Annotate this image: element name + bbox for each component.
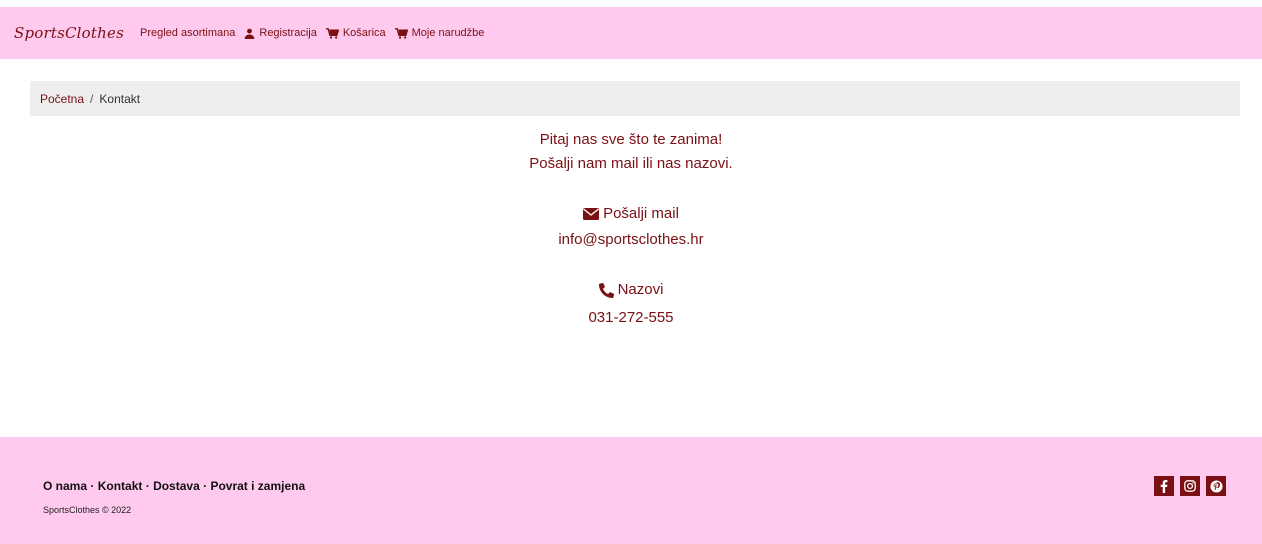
nav-item-label: Košarica	[342, 27, 386, 39]
send-mail-label: Pošalji mail	[603, 205, 679, 222]
footer-link-contact[interactable]: Kontakt	[98, 479, 143, 493]
breadcrumb-current: Kontakt	[99, 91, 141, 106]
copyright: SportsClothes © 2022	[43, 505, 132, 515]
cart-icon	[394, 27, 408, 39]
navbar: SportsClothes Pregled asortimana Registr…	[0, 7, 1262, 59]
cart-icon	[325, 27, 339, 39]
phone-block: Nazovi 031-272-555	[0, 278, 1262, 330]
nav-item-registration[interactable]: Registracija	[244, 27, 317, 39]
page: SportsClothes Pregled asortimana Registr…	[0, 0, 1262, 544]
footer-separator: ·	[90, 479, 98, 493]
user-icon	[244, 28, 255, 39]
footer-links: O nama · Kontakt · Dostava · Povrat i za…	[43, 479, 305, 493]
pinterest-icon[interactable]	[1206, 476, 1226, 496]
nav-item-my-orders[interactable]: Moje narudžbe	[394, 27, 485, 39]
mail-address[interactable]: info@sportsclothes.hr	[0, 228, 1262, 252]
contact-intro-line1: Pitaj nas sve što te zanima!	[539, 131, 723, 148]
breadcrumb-separator: /	[90, 91, 94, 106]
contact-content: Pitaj nas sve što te zanima! Pošalji nam…	[0, 128, 1262, 330]
breadcrumb-home-link[interactable]: Početna	[40, 92, 84, 106]
send-mail-link[interactable]: Pošalji mail	[583, 202, 679, 226]
call-label: Nazovi	[617, 281, 664, 298]
contact-intro-line2: Pošalji nam mail ili nas nazovi.	[529, 155, 733, 172]
instagram-icon[interactable]	[1180, 476, 1200, 496]
footer-link-delivery[interactable]: Dostava	[153, 479, 200, 493]
footer-link-about[interactable]: O nama	[43, 479, 87, 493]
footer-separator: ·	[145, 479, 154, 493]
breadcrumb: Početna / Kontakt	[30, 81, 1240, 116]
social-links	[1154, 476, 1226, 496]
facebook-icon[interactable]	[1154, 476, 1174, 496]
nav-item-cart[interactable]: Košarica	[325, 27, 386, 39]
brand-logo[interactable]: SportsClothes	[14, 24, 124, 42]
nav-item-label: Registracija	[259, 27, 317, 39]
nav-item-assortment[interactable]: Pregled asortimana	[140, 27, 235, 39]
phone-icon	[598, 282, 614, 298]
call-link[interactable]: Nazovi	[598, 278, 664, 302]
mail-block: Pošalji mail info@sportsclothes.hr	[0, 202, 1262, 252]
phone-number[interactable]: 031-272-555	[0, 306, 1262, 330]
footer-link-returns[interactable]: Povrat i zamjena	[210, 479, 305, 493]
footer: O nama · Kontakt · Dostava · Povrat i za…	[0, 437, 1262, 544]
nav-item-label: Moje narudžbe	[411, 27, 485, 39]
nav-item-label: Pregled asortimana	[139, 27, 236, 39]
envelope-icon	[583, 208, 600, 220]
